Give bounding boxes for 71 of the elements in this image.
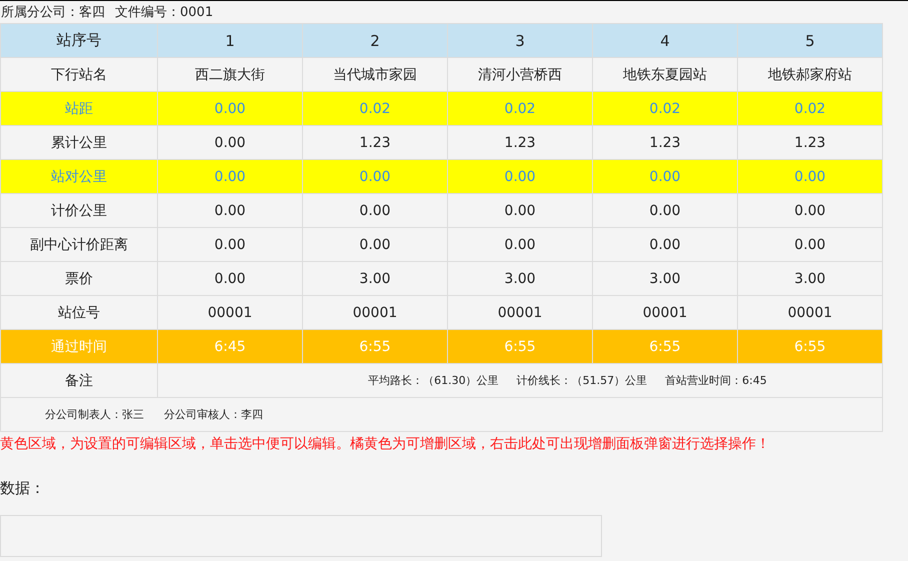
table-cell: 0.00 bbox=[592, 228, 738, 262]
table-cell[interactable]: 0.00 bbox=[302, 160, 448, 194]
table-cell: 当代城市家园 bbox=[302, 58, 448, 92]
row-label-cell: 通过时间 bbox=[0, 330, 158, 364]
table-cell[interactable]: 6:55 bbox=[738, 330, 882, 364]
table-cell: 3.00 bbox=[592, 262, 738, 296]
table-cell[interactable]: 6:55 bbox=[592, 330, 738, 364]
table-cell: 西二旗大街 bbox=[158, 58, 302, 92]
notice-text: 黄色区域，为设置的可编辑区域，单击选中便可以编辑。橘黄色为可增删区域，右击此处可出现增删面板弹窗进行选择操作！ bbox=[0, 435, 771, 453]
table-cell: 1.23 bbox=[302, 126, 448, 160]
table-cell[interactable]: 6:55 bbox=[302, 330, 448, 364]
table-cell: 0.00 bbox=[158, 126, 302, 160]
table-cell: 4 bbox=[592, 24, 738, 58]
table-cell: 清河小营桥西 bbox=[448, 58, 592, 92]
table-cell: 地铁东夏园站 bbox=[592, 58, 738, 92]
table-cell[interactable]: 0.02 bbox=[448, 92, 592, 126]
table-cell: 1.23 bbox=[448, 126, 592, 160]
row-label-cell: 票价 bbox=[0, 262, 158, 296]
signoff-text: 分公司制表人：张三 bbox=[45, 407, 144, 422]
meta-text: 文件编号：0001 bbox=[115, 4, 214, 21]
table-cell: 3.00 bbox=[738, 262, 882, 296]
table-cell: 0.00 bbox=[158, 194, 302, 228]
row-label-cell: 站位号 bbox=[0, 296, 158, 330]
meta-text: 所属分公司：客四 bbox=[1, 4, 105, 21]
table-cell: 0.00 bbox=[592, 194, 738, 228]
data-input-field[interactable] bbox=[0, 515, 602, 557]
table-cell[interactable]: 0.02 bbox=[592, 92, 738, 126]
row-label-cell: 站序号 bbox=[0, 24, 158, 58]
table-cell: 地铁郝家府站 bbox=[738, 58, 882, 92]
table-cell: 0.00 bbox=[448, 194, 592, 228]
table-cell: 0.00 bbox=[302, 194, 448, 228]
table-cell: 00001 bbox=[158, 296, 302, 330]
table-cell: 0.00 bbox=[738, 194, 882, 228]
remark-text: 平均路长：（61.30）公里 bbox=[368, 373, 499, 388]
table-cell: 00001 bbox=[302, 296, 448, 330]
row-label-cell: 副中心计价距离 bbox=[0, 228, 158, 262]
remark-text: 首站营业时间：6:45 bbox=[665, 373, 767, 388]
row-label-cell: 站对公里 bbox=[0, 160, 158, 194]
table-cell: 0.00 bbox=[158, 228, 302, 262]
table-cell[interactable]: 0.02 bbox=[302, 92, 448, 126]
table-cell: 3.00 bbox=[302, 262, 448, 296]
table-cell: 00001 bbox=[592, 296, 738, 330]
table-cell: 00001 bbox=[448, 296, 592, 330]
row-label-cell: 下行站名 bbox=[0, 58, 158, 92]
row-label-cell: 备注 bbox=[0, 364, 158, 398]
table-cell: 1 bbox=[158, 24, 302, 58]
table-cell[interactable]: 0.00 bbox=[158, 92, 302, 126]
row-label-cell: 计价公里 bbox=[0, 194, 158, 228]
table-cell: 3.00 bbox=[448, 262, 592, 296]
table-cell: 0.00 bbox=[158, 262, 302, 296]
signoff-text: 分公司审核人：李四 bbox=[164, 407, 263, 422]
table-cell[interactable]: 0.00 bbox=[158, 160, 302, 194]
table-cell: 2 bbox=[302, 24, 448, 58]
table-cell[interactable]: 6:55 bbox=[448, 330, 592, 364]
table-cell: 1.23 bbox=[592, 126, 738, 160]
table-cell[interactable]: 0.02 bbox=[738, 92, 882, 126]
table-cell: 1.23 bbox=[738, 126, 882, 160]
table-cell: 0.00 bbox=[448, 228, 592, 262]
table-cell[interactable]: 6:45 bbox=[158, 330, 302, 364]
table-cell: 00001 bbox=[738, 296, 882, 330]
table-cell: 5 bbox=[738, 24, 882, 58]
table-cell: 3 bbox=[448, 24, 592, 58]
table-cell[interactable]: 0.00 bbox=[592, 160, 738, 194]
table-cell: 0.00 bbox=[738, 228, 882, 262]
remark-text: 计价线长：（51.57）公里 bbox=[516, 373, 648, 388]
data-label: 数据： bbox=[0, 479, 46, 498]
table-cell: 0.00 bbox=[302, 228, 448, 262]
table-cell[interactable]: 0.00 bbox=[738, 160, 882, 194]
row-label-cell: 站距 bbox=[0, 92, 158, 126]
table-cell[interactable]: 0.00 bbox=[448, 160, 592, 194]
row-label-cell: 累计公里 bbox=[0, 126, 158, 160]
